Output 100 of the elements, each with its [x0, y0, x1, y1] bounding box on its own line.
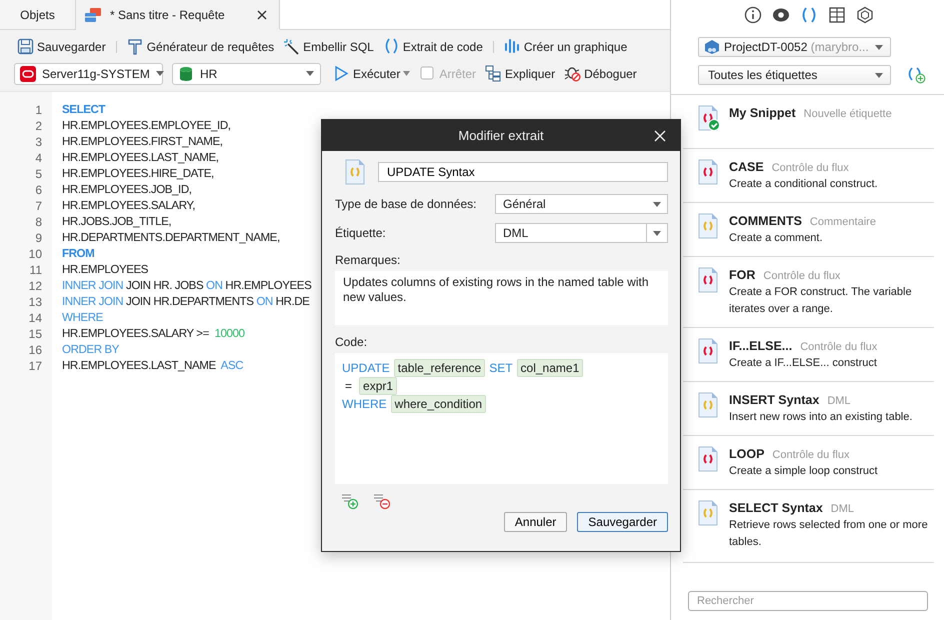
placeholder-token[interactable]: where_condition: [390, 394, 486, 412]
placeholder-token[interactable]: expr1: [359, 376, 398, 394]
line-number: 15: [28, 326, 43, 342]
code-field[interactable]: UPDATE table_reference SET col_name1 = expr1 WHERE where_condition: [335, 353, 668, 484]
braces-icon: [382, 38, 400, 55]
toolbar-button[interactable]: Déboguer: [561, 62, 640, 84]
code-line: HR.EMPLOYEES: [62, 262, 148, 278]
caret-icon: [653, 230, 661, 236]
snippet-description: Insert new rows into an existing table.: [729, 410, 912, 425]
field-label: Type de base de données:: [335, 197, 478, 211]
save-icon: [17, 38, 34, 55]
flowchart-icon: [485, 65, 502, 82]
snippet-title: INSERT Syntax: [729, 393, 820, 407]
snippet-title: LOOP: [729, 447, 764, 461]
line-number: 14: [28, 310, 43, 326]
line-number: 2: [34, 118, 43, 134]
database-dropdown[interactable]: HR: [172, 62, 321, 84]
toolbar-button[interactable]: Embellir SQL: [280, 36, 377, 58]
remove-placeholder-icon: [373, 492, 391, 510]
snippet-title: FOR: [729, 268, 756, 282]
snippet-title: COMMENTS: [729, 214, 802, 228]
query-icon: [84, 6, 102, 22]
snippet-tag: Contrôle du flux: [763, 270, 840, 282]
search-field[interactable]: Rechercher: [688, 591, 928, 611]
tab[interactable]: * Sans titre - Requête: [76, 0, 280, 30]
line-number: 3: [34, 134, 43, 150]
dropdown[interactable]: Général: [495, 194, 668, 214]
code-line: HR.EMPLOYEES.LAST_NAME,: [62, 150, 219, 166]
code-line: INNER JOIN JOIN HR. JOBS ON HR.EMPLOYEES: [62, 278, 312, 294]
project-icon: [704, 39, 720, 55]
code-line: HR.EMPLOYEES.EMPLOYEE_ID,: [62, 118, 231, 134]
caret-icon: [875, 44, 883, 50]
connection-dropdown[interactable]: Server11g-SYSTEM: [14, 62, 163, 84]
toolbar-button[interactable]: Créer un graphique: [500, 36, 630, 58]
snippet-item[interactable]: My Snippet Nouvelle étiquette: [683, 95, 934, 149]
tag-dropdown[interactable]: Toutes les étiquettes: [698, 65, 891, 85]
code-line: INNER JOIN JOIN HR.DEPARTMENTS ON HR.DE: [62, 294, 310, 310]
snippet-item[interactable]: FOR Contrôle du flux Create a FOR construct. The variable iterates over a range.: [683, 257, 934, 328]
snippet-item[interactable]: INSERT Syntax DML Insert new rows into an existing table.: [683, 382, 934, 436]
line-number: 11: [28, 262, 43, 278]
code-operator: =: [344, 378, 354, 392]
section-label: Code:: [335, 335, 368, 349]
name-field[interactable]: UPDATE Syntax: [378, 162, 668, 182]
code-line: SELECT: [62, 102, 106, 118]
line-number: 6: [34, 182, 43, 198]
toolbar-button[interactable]: Expliquer: [482, 62, 558, 84]
chart-icon: [504, 38, 521, 55]
line-number: 9: [34, 230, 43, 246]
code-line: FROM: [62, 246, 94, 262]
hammer-icon: [126, 38, 144, 55]
snippet-title: IF...ELSE...: [729, 339, 792, 353]
snippet-item[interactable]: COMMENTS Commentaire Create a comment.: [683, 203, 934, 257]
code-line: HR.EMPLOYEES.LAST_NAME ASC: [62, 358, 244, 374]
code-line: HR.DEPARTMENTS.DEPARTMENT_NAME,: [62, 230, 280, 246]
close-icon: [654, 130, 666, 142]
code-line: HR.EMPLOYEES.JOB_ID,: [62, 182, 192, 198]
snippet-description: Create a comment.: [729, 231, 824, 246]
snippet-description: Create a IF...ELSE... construct: [729, 356, 878, 371]
snippet-tag: Contrôle du flux: [772, 449, 850, 461]
snippet-item[interactable]: CASE Contrôle du flux Create a conditional construct.: [683, 149, 934, 203]
line-number: 1: [34, 102, 43, 118]
code-line: HR.EMPLOYEES.SALARY >= 10000: [62, 326, 244, 342]
caret-icon: [653, 202, 661, 206]
snippet-item[interactable]: SELECT Syntax DML Retrieve rows selected from one or more tables.: [683, 490, 934, 563]
placeholder-token[interactable]: col_name1: [516, 358, 584, 376]
code-line: HR.EMPLOYEES.SALARY,: [62, 198, 195, 214]
tab[interactable]: Objets: [0, 0, 76, 29]
snippet-title: CASE: [729, 160, 764, 174]
caret-icon: [875, 72, 883, 78]
snippet-title: SELECT Syntax: [729, 501, 823, 515]
project-dropdown[interactable]: ProjectDT-0052 (marybro...: [698, 37, 891, 57]
server-icon: [20, 66, 36, 82]
toolbar-button[interactable]: Exécuter: [330, 62, 414, 84]
dropdown[interactable]: DML: [495, 223, 668, 243]
line-number: 7: [34, 198, 43, 214]
line-number: 17: [28, 358, 43, 374]
snippet-description: Create a FOR construct. The variable iterates over a range.: [729, 285, 913, 317]
dialog-button[interactable]: Sauvegarder: [577, 512, 668, 532]
toolbar-button[interactable]: Extrait de code: [380, 36, 486, 58]
snippet-item[interactable]: LOOP Contrôle du flux Create a simple loop construct: [683, 436, 934, 490]
snippet-tag: Contrôle du flux: [800, 341, 878, 353]
sql-keyword: SET: [489, 360, 513, 374]
snippet-item[interactable]: IF...ELSE... Contrôle du flux Create a IF...ELSE... construct: [683, 328, 934, 382]
snippet-title: My Snippet: [729, 106, 796, 120]
line-number: 12: [28, 278, 43, 294]
new-snippet-icon: [906, 66, 926, 84]
placeholder-token[interactable]: table_reference: [394, 358, 486, 376]
field-label: Étiquette:: [335, 226, 387, 240]
snippet-description: Retrieve rows selected from one or more tables.: [729, 518, 929, 550]
remarks-field[interactable]: Updates columns of existing rows in the named table with new values.: [335, 271, 668, 325]
snippet-tag: Commentaire: [810, 216, 876, 228]
toolbar-button[interactable]: Sauvegarder: [14, 36, 109, 58]
sql-keyword: UPDATE: [342, 360, 390, 374]
bug-icon: [564, 65, 582, 82]
line-number: 16: [28, 342, 43, 358]
close-icon: [257, 10, 267, 20]
dialog-button[interactable]: Annuler: [504, 512, 568, 532]
toolbar-button[interactable]: Générateur de requêtes: [124, 36, 278, 58]
code-line: ORDER BY: [62, 342, 119, 358]
snippet-tag: Contrôle du flux: [772, 162, 849, 174]
